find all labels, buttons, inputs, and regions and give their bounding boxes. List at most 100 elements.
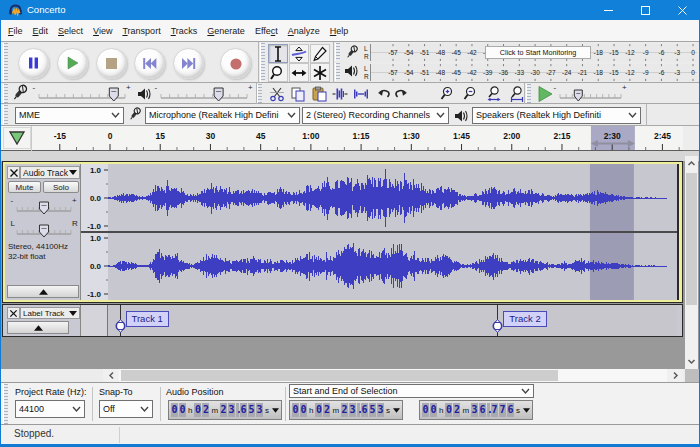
project-rate-combo[interactable]: 44100 <box>15 400 85 418</box>
time-digit[interactable]: 2 <box>341 403 348 417</box>
pan-slider[interactable]: LR <box>10 219 78 239</box>
time-spinner[interactable] <box>393 408 400 413</box>
envelope-tool-button[interactable] <box>289 44 309 63</box>
mixer-toolbar-grabber[interactable] <box>3 84 8 103</box>
cut-button[interactable] <box>266 84 287 103</box>
time-digit[interactable]: 6 <box>240 403 247 417</box>
menu-tracks[interactable]: Tracks <box>171 26 198 36</box>
time-digit[interactable]: 0 <box>315 403 322 417</box>
timeline-ruler[interactable]: -1501530451:001:151:301:452:002:152:302:… <box>1 126 683 151</box>
time-digit[interactable]: 2 <box>323 403 330 417</box>
multi-tool-button[interactable] <box>310 63 330 82</box>
playback-device-combo[interactable]: Speakers (Realtek High Definiti <box>472 107 641 124</box>
audio-track-menu[interactable]: Audio Track <box>20 166 80 179</box>
horizontal-scrollbar[interactable] <box>103 369 683 382</box>
menu-analyze[interactable]: Analyze <box>288 26 320 36</box>
time-digit[interactable]: 7 <box>491 403 498 417</box>
time-digit[interactable]: 6 <box>507 403 514 417</box>
menu-file[interactable]: File <box>8 26 23 36</box>
waveform-left-channel[interactable] <box>108 164 677 232</box>
time-digit[interactable]: 3 <box>377 403 384 417</box>
record-button[interactable] <box>220 48 251 79</box>
menu-edit[interactable]: Edit <box>33 26 49 36</box>
track-collapse-button[interactable] <box>7 285 79 298</box>
play-speed-slider[interactable]: -+ <box>553 83 628 103</box>
mute-button[interactable]: Mute <box>8 181 41 193</box>
menu-help[interactable]: Help <box>330 26 349 36</box>
stop-button[interactable] <box>96 48 127 79</box>
vertical-scroll-thumb[interactable] <box>686 173 697 305</box>
menu-effect[interactable]: Effect <box>255 26 278 36</box>
title-bar[interactable]: Concerto <box>0 0 700 20</box>
playback-meter-grabber[interactable] <box>335 63 340 81</box>
time-spinner[interactable] <box>272 408 279 413</box>
time-digit[interactable]: 2 <box>220 403 227 417</box>
recording-meter-grabber[interactable] <box>335 43 340 61</box>
scroll-down-button[interactable] <box>685 354 698 369</box>
pause-button[interactable] <box>18 48 49 79</box>
time-digit[interactable]: 0 <box>422 403 429 417</box>
time-digit[interactable]: 6 <box>361 403 368 417</box>
skip-start-button[interactable] <box>134 48 165 79</box>
time-digit[interactable]: 2 <box>453 403 460 417</box>
minimize-button[interactable] <box>590 0 627 20</box>
time-spinner[interactable] <box>523 408 530 413</box>
recording-volume-slider[interactable]: -+ <box>32 83 132 103</box>
playback-volume-slider[interactable]: -+ <box>154 83 254 103</box>
zoom-selection-button[interactable] <box>483 84 504 103</box>
label-track-content[interactable]: Track 1 Track 2 <box>108 305 677 336</box>
time-digit[interactable]: 0 <box>292 403 299 417</box>
selection-end-field[interactable]: 00h02m36.776s <box>419 400 533 420</box>
label-marker-icon[interactable] <box>492 319 503 333</box>
gain-slider[interactable]: -+ <box>10 196 78 216</box>
label-track-menu[interactable]: Label Track <box>20 307 80 319</box>
time-digit[interactable]: 5 <box>369 403 376 417</box>
recording-channels-combo[interactable]: 2 (Stereo) Recording Channels <box>302 107 449 124</box>
menu-view[interactable]: View <box>93 26 112 36</box>
zoom-in-button[interactable] <box>437 84 458 103</box>
device-toolbar-grabber[interactable] <box>3 105 8 125</box>
timeline-pin-button[interactable] <box>3 127 31 149</box>
timeshift-tool-button[interactable] <box>289 63 309 82</box>
time-digit[interactable]: 3 <box>349 403 356 417</box>
audio-position-field[interactable]: 00h02m23.653s <box>168 400 282 420</box>
label-text[interactable]: Track 1 <box>126 311 169 327</box>
menu-select[interactable]: Select <box>58 26 83 36</box>
menu-transport[interactable]: Transport <box>122 26 160 36</box>
draw-tool-button[interactable] <box>310 44 330 63</box>
recording-meter[interactable]: LR-57-54-51-48-45-42-39-36-33-30-27-24-2… <box>342 43 699 62</box>
time-digit[interactable]: 2 <box>202 403 209 417</box>
maximize-button[interactable] <box>627 0 664 20</box>
scroll-right-button[interactable] <box>667 369 683 382</box>
transport-toolbar-grabber[interactable] <box>3 43 8 82</box>
audio-track-close-button[interactable] <box>7 166 20 179</box>
time-digit[interactable]: 3 <box>256 403 263 417</box>
time-digit[interactable]: 7 <box>499 403 506 417</box>
label-text[interactable]: Track 2 <box>503 311 546 327</box>
scroll-up-button[interactable] <box>685 156 698 171</box>
redo-button[interactable] <box>392 84 409 103</box>
selection-mode-combo[interactable]: Start and End of Selection <box>289 384 534 398</box>
zoom-out-button[interactable] <box>460 84 481 103</box>
audio-host-combo[interactable]: MME <box>15 107 124 124</box>
time-digit[interactable]: 0 <box>179 403 186 417</box>
horizontal-scroll-thumb[interactable] <box>121 370 558 381</box>
scroll-left-button[interactable] <box>103 369 119 382</box>
time-digit[interactable]: 3 <box>228 403 235 417</box>
time-digit[interactable]: 0 <box>445 403 452 417</box>
time-digit[interactable]: 6 <box>479 403 486 417</box>
trim-audio-button[interactable] <box>329 84 350 103</box>
vertical-scrollbar[interactable] <box>685 156 698 369</box>
label-track-collapse-button[interactable] <box>7 321 69 334</box>
time-digit[interactable]: 0 <box>430 403 437 417</box>
paste-button[interactable] <box>308 84 329 103</box>
zoom-fit-button[interactable] <box>506 84 527 103</box>
tools-toolbar-grabber[interactable] <box>260 43 265 82</box>
time-digit[interactable]: 0 <box>171 403 178 417</box>
selection-toolbar-grabber[interactable] <box>3 384 8 424</box>
time-digit[interactable]: 5 <box>248 403 255 417</box>
time-digit[interactable]: 0 <box>300 403 307 417</box>
monitor-overlay[interactable]: Click to Start Monitoring <box>485 46 591 59</box>
undo-button[interactable] <box>375 84 392 103</box>
edit-toolbar-grabber[interactable] <box>257 84 262 103</box>
